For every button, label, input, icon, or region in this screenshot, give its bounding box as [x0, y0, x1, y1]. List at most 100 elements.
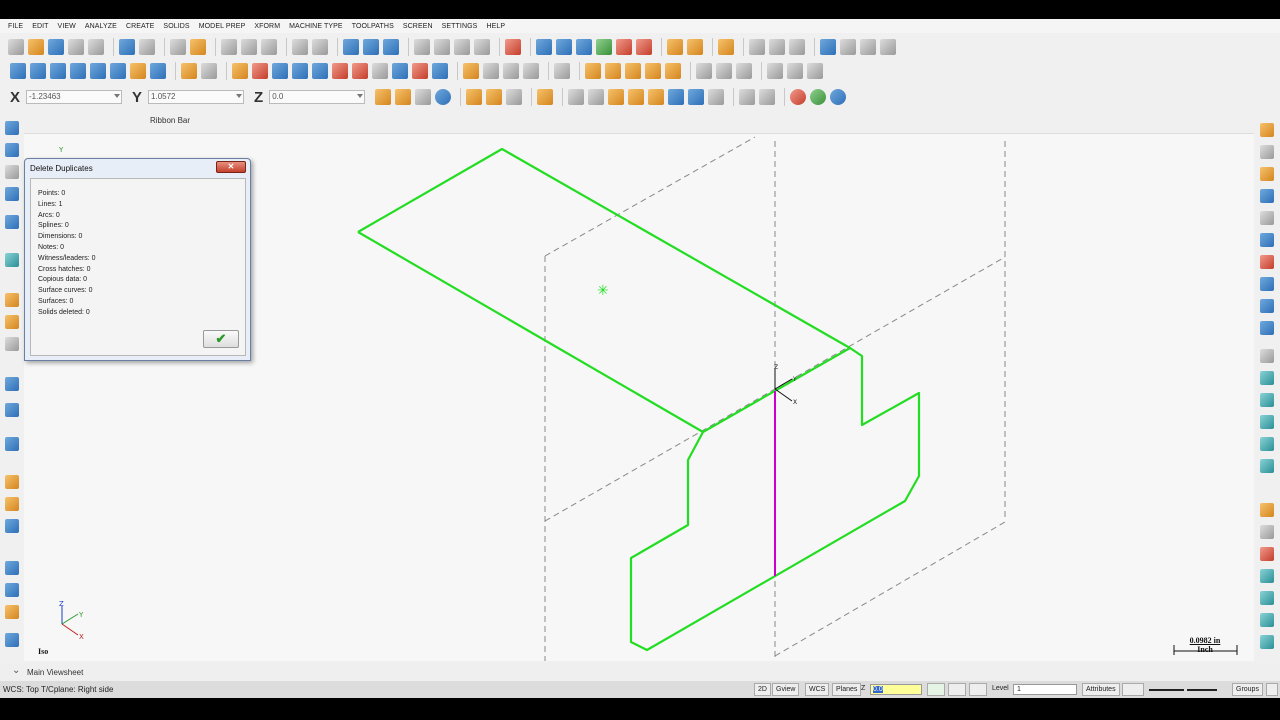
parallel-lines-icon[interactable]	[687, 39, 703, 55]
menu-settings[interactable]: SETTINGS	[442, 23, 478, 30]
zoom-window-icon[interactable]	[221, 39, 237, 55]
iso-view-icon[interactable]	[474, 39, 490, 55]
right-tool-9-icon[interactable]	[1260, 299, 1274, 313]
offset-icon[interactable]	[332, 63, 348, 79]
sweep-icon[interactable]	[645, 63, 661, 79]
translate-icon[interactable]	[252, 63, 268, 79]
help-circle-icon[interactable]	[830, 89, 847, 105]
new-file-icon[interactable]	[8, 39, 24, 55]
wcs-button[interactable]: WCS	[805, 683, 830, 696]
left-tool-3-icon[interactable]	[5, 165, 19, 179]
right-tool-14-icon[interactable]	[1260, 415, 1274, 429]
right-tool-12-icon[interactable]	[1260, 371, 1274, 385]
left-tool-13-icon[interactable]	[5, 475, 19, 489]
stretch-icon[interactable]	[352, 63, 368, 79]
revolve-icon[interactable]	[625, 63, 641, 79]
menu-analyze[interactable]: ANALYZE	[85, 23, 117, 30]
analyze-icon[interactable]	[749, 39, 765, 55]
trim-icon[interactable]	[718, 39, 734, 55]
right-tool-6-icon[interactable]	[1260, 233, 1274, 247]
dynamic-rotate-icon[interactable]	[343, 39, 359, 55]
delete-icon[interactable]	[232, 63, 248, 79]
gview-button[interactable]: Gview	[772, 683, 800, 696]
right-tool-17-icon[interactable]	[1260, 503, 1274, 517]
left-tool-1-icon[interactable]	[5, 121, 19, 135]
left-tool-18-icon[interactable]	[5, 605, 19, 619]
left-tool-11-icon[interactable]	[5, 403, 19, 417]
right-tool-3-icon[interactable]	[1260, 167, 1274, 181]
planes-button[interactable]: Planes	[832, 683, 862, 696]
left-tool-12-icon[interactable]	[5, 437, 19, 451]
left-tool-6-icon[interactable]	[5, 253, 19, 267]
face-select-icon[interactable]	[628, 89, 645, 105]
hatch-icon[interactable]	[554, 63, 570, 79]
menu-view[interactable]: VIEW	[58, 23, 76, 30]
shell-icon[interactable]	[767, 63, 783, 79]
ok-icon[interactable]	[810, 89, 827, 105]
right-tool-19-icon[interactable]	[1260, 547, 1274, 561]
groups-button[interactable]: Groups	[1232, 683, 1263, 696]
line-width-select[interactable]	[1187, 689, 1217, 691]
undo-icon[interactable]	[119, 39, 135, 55]
menu-create[interactable]: CREATE	[126, 23, 154, 30]
right-view-icon[interactable]	[454, 39, 470, 55]
front-view-icon[interactable]	[434, 39, 450, 55]
dialog-close-button[interactable]: ✕	[216, 161, 246, 173]
view-arrow-icon[interactable]	[383, 39, 399, 55]
solid-icon[interactable]	[696, 63, 712, 79]
shaded-edges-icon[interactable]	[576, 39, 592, 55]
right-tool-4-icon[interactable]	[1260, 189, 1274, 203]
menu-screen[interactable]: SCREEN	[403, 23, 433, 30]
print-icon[interactable]	[68, 39, 84, 55]
menu-xform[interactable]: XFORM	[254, 23, 280, 30]
level-select[interactable]: 1	[1013, 684, 1077, 695]
right-tool-20-icon[interactable]	[1260, 569, 1274, 583]
select-only-icon[interactable]	[486, 89, 503, 105]
scale-icon[interactable]	[312, 63, 328, 79]
zoom-out-icon[interactable]	[312, 39, 328, 55]
color-button[interactable]	[927, 683, 945, 696]
left-tool-10-icon[interactable]	[5, 377, 19, 391]
z-coordinate-input[interactable]: 0.0	[269, 90, 366, 104]
cross-icon[interactable]	[415, 89, 432, 105]
window-select-icon[interactable]	[568, 89, 585, 105]
left-tool-8-icon[interactable]	[5, 315, 19, 329]
back-select-icon[interactable]	[688, 89, 705, 105]
line-icon[interactable]	[667, 39, 683, 55]
previous-view-icon[interactable]	[363, 39, 379, 55]
extrude-icon[interactable]	[605, 63, 621, 79]
2d-button[interactable]: 2D	[754, 683, 771, 696]
help-query-icon[interactable]	[769, 39, 785, 55]
right-tool-16-icon[interactable]	[1260, 459, 1274, 473]
wireframe-globe-icon[interactable]	[536, 39, 552, 55]
pointer-back-icon[interactable]	[708, 89, 725, 105]
trim-break-icon[interactable]	[181, 63, 197, 79]
right-tool-21-icon[interactable]	[1260, 591, 1274, 605]
menu-toolpaths[interactable]: TOOLPATHS	[352, 23, 394, 30]
unzoom-icon[interactable]	[292, 39, 308, 55]
body-select-icon[interactable]	[668, 89, 685, 105]
right-tool-11-icon[interactable]	[1260, 349, 1274, 363]
right-tool-10-icon[interactable]	[1260, 321, 1274, 335]
left-tool-5-icon[interactable]	[5, 215, 19, 229]
selection-toggle-icon[interactable]	[759, 89, 776, 105]
chamfer-icon[interactable]	[736, 63, 752, 79]
x-coordinate-input[interactable]: -1.23463	[26, 90, 123, 104]
curve-icon[interactable]	[150, 63, 166, 79]
menu-edit[interactable]: EDIT	[32, 23, 48, 30]
project-icon[interactable]	[372, 63, 388, 79]
right-tool-5-icon[interactable]	[1260, 211, 1274, 225]
spline-icon[interactable]	[110, 63, 126, 79]
rectangle-icon[interactable]	[70, 63, 86, 79]
menu-help[interactable]: HELP	[486, 23, 505, 30]
pointer-icon[interactable]	[588, 89, 605, 105]
array-icon[interactable]	[412, 63, 428, 79]
left-tool-7-icon[interactable]	[5, 293, 19, 307]
surface-icon[interactable]	[130, 63, 146, 79]
right-tool-2-icon[interactable]	[1260, 145, 1274, 159]
left-tool-16-icon[interactable]	[5, 561, 19, 575]
settings-gear-icon[interactable]	[820, 39, 836, 55]
rotate-icon[interactable]	[292, 63, 308, 79]
autocursor-settings-icon[interactable]	[395, 89, 412, 105]
trim-solid-icon[interactable]	[807, 63, 823, 79]
